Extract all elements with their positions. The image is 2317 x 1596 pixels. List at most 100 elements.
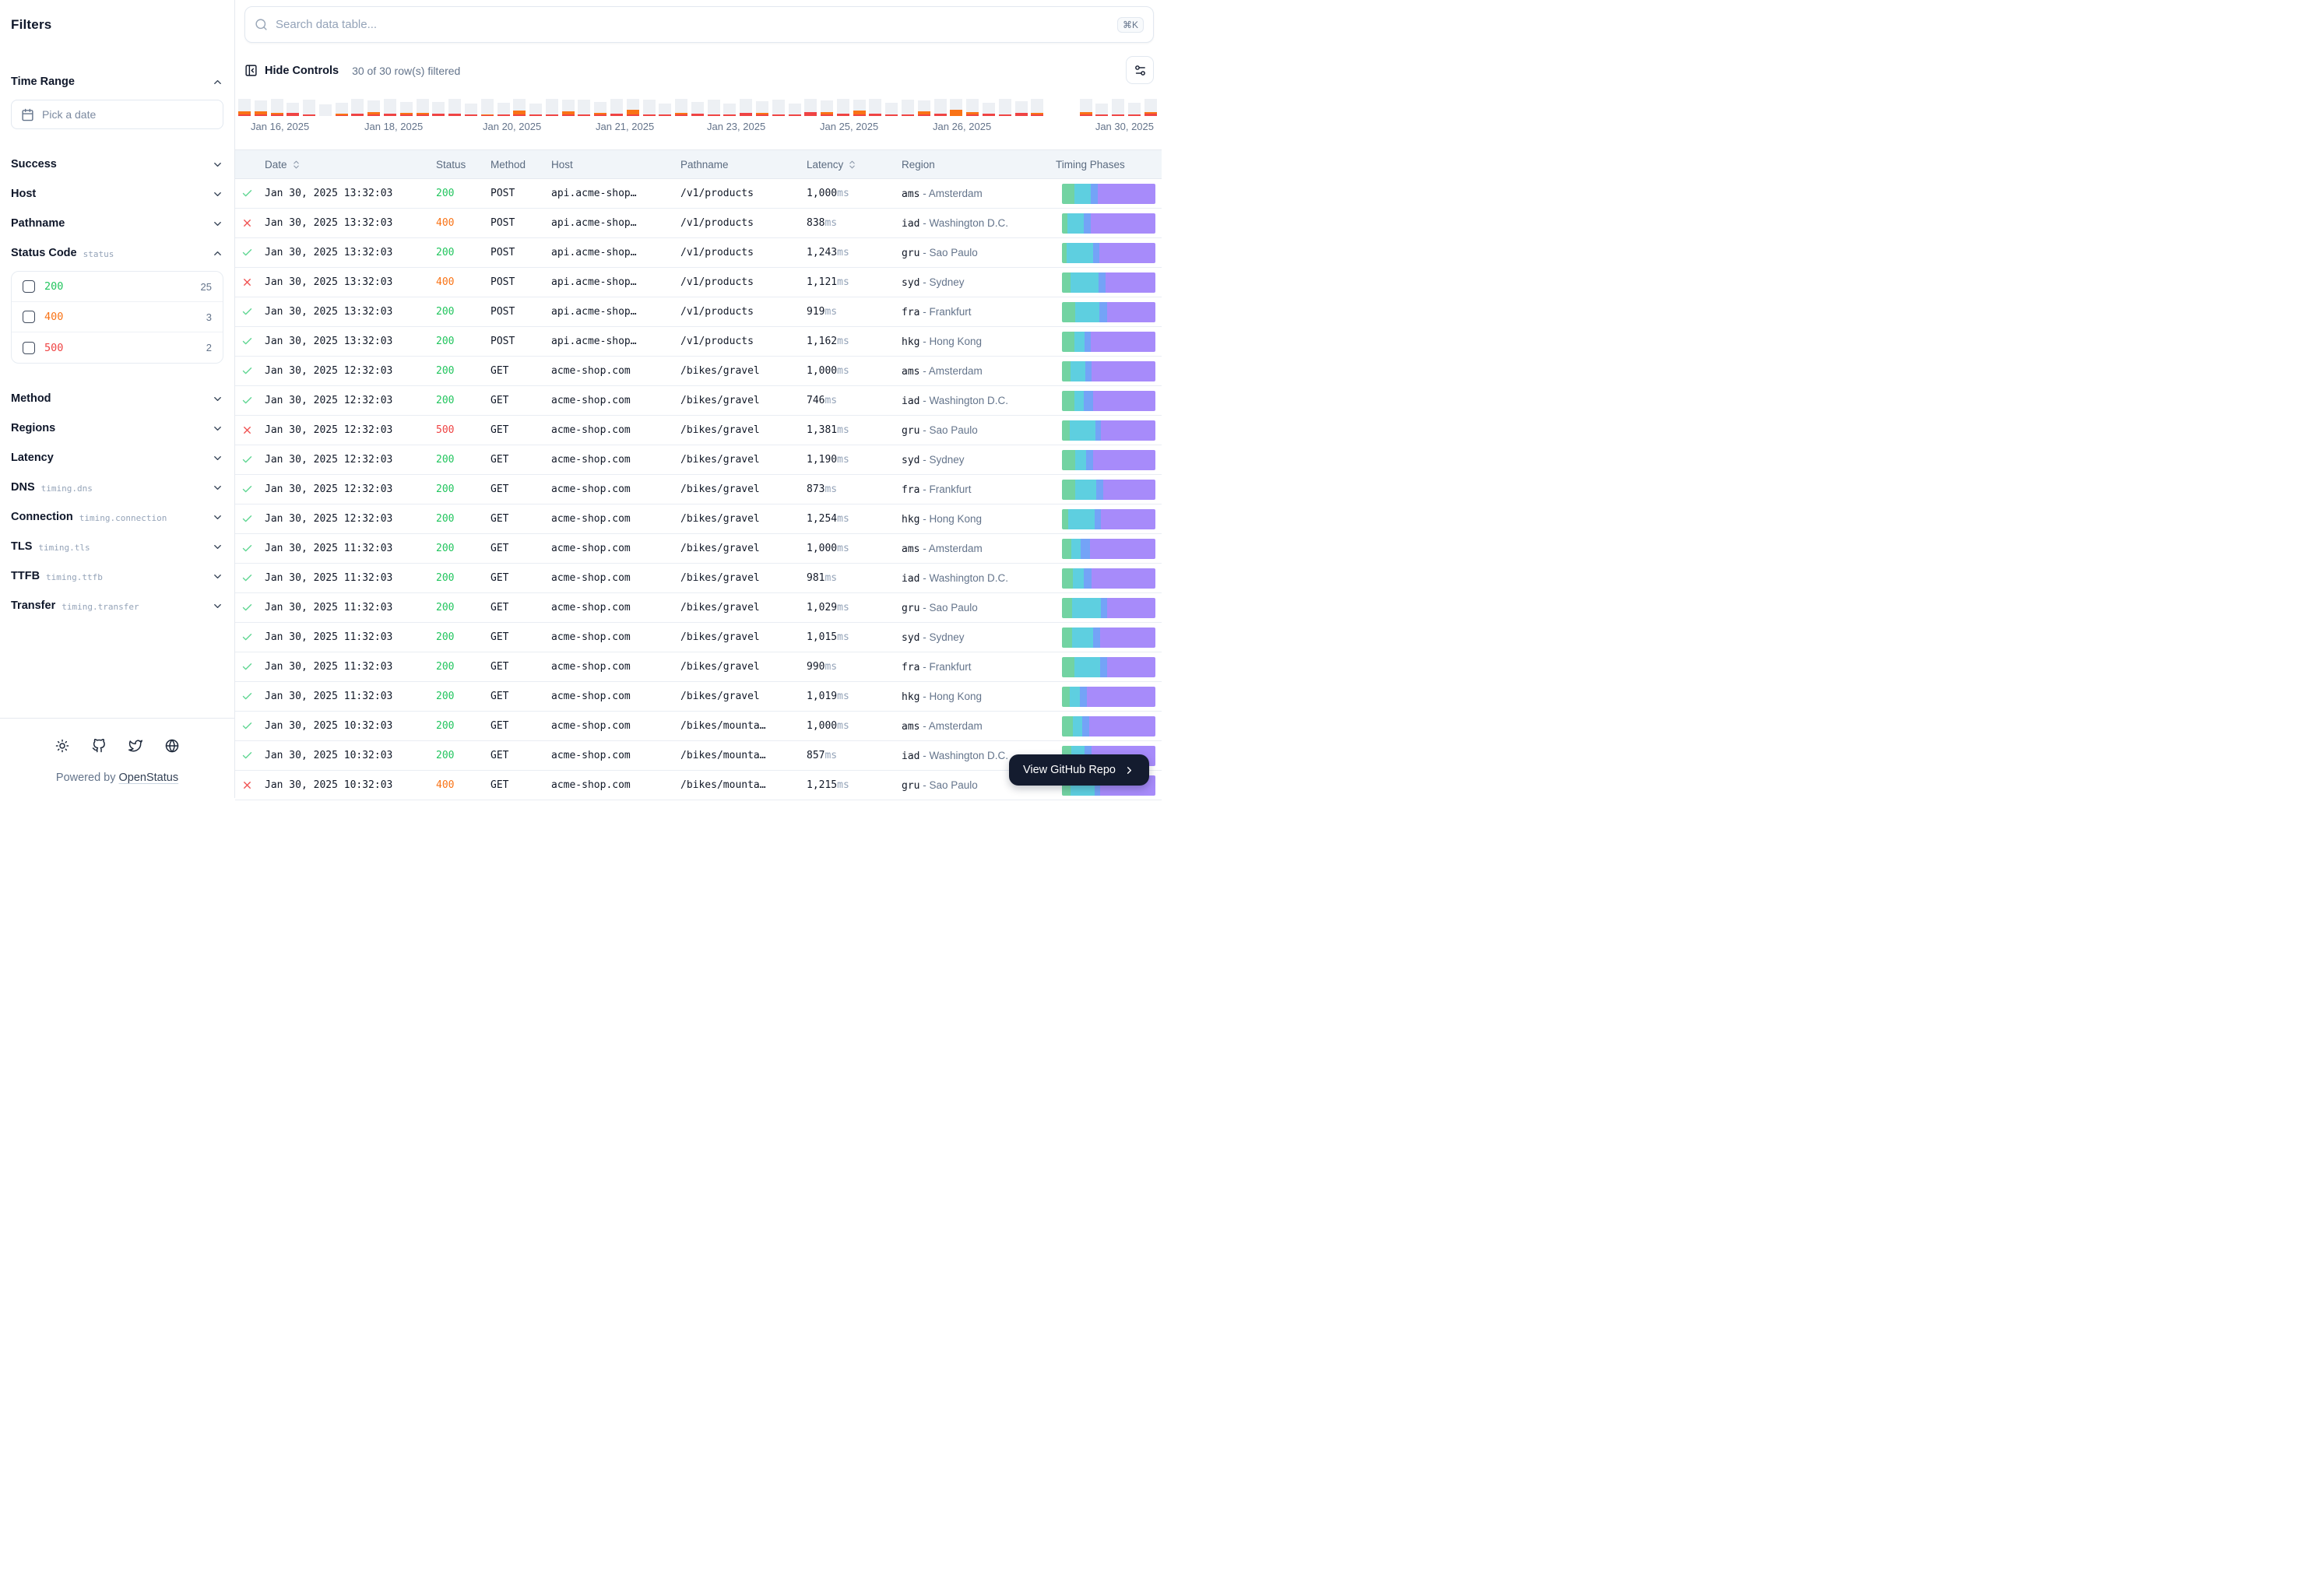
date-picker-input[interactable]: Pick a date [11,100,223,129]
globe-icon[interactable] [165,739,179,753]
histogram-bar[interactable] [918,99,930,116]
histogram-bar[interactable] [1095,99,1108,116]
sun-icon[interactable] [55,739,69,753]
histogram-bar[interactable] [902,99,914,116]
histogram-bar[interactable] [643,99,656,116]
table-row[interactable]: Jan 30, 2025 12:32:03 200 GET acme-shop.… [235,386,1162,416]
filter-section-header[interactable]: Connection timing.connection [11,502,223,532]
histogram-bar[interactable] [853,99,866,116]
histogram-bar[interactable] [367,99,380,116]
filter-section-header[interactable]: DNS timing.dns [11,473,223,502]
table-row[interactable]: Jan 30, 2025 12:32:03 200 GET acme-shop.… [235,357,1162,386]
table-row[interactable]: Jan 30, 2025 11:32:03 200 GET acme-shop.… [235,593,1162,623]
filter-section-header[interactable]: TLS timing.tls [11,532,223,561]
table-row[interactable]: Jan 30, 2025 11:32:03 200 GET acme-shop.… [235,652,1162,682]
table-row[interactable]: Jan 30, 2025 12:32:03 200 GET acme-shop.… [235,445,1162,475]
openstatus-link[interactable]: OpenStatus [119,772,179,784]
filter-section-header[interactable]: Method [11,384,223,413]
filter-section-header[interactable]: Transfer timing.transfer [11,591,223,620]
histogram-bar[interactable] [498,99,510,116]
histogram-bar[interactable] [417,99,429,116]
histogram-bar[interactable] [1080,99,1092,116]
table-row[interactable]: Jan 30, 2025 11:32:03 200 GET acme-shop.… [235,682,1162,712]
filter-section-header[interactable]: Latency [11,443,223,473]
histogram-bar[interactable] [675,99,687,116]
table-row[interactable]: Jan 30, 2025 11:32:03 200 GET acme-shop.… [235,564,1162,593]
histogram-bar[interactable] [594,99,606,116]
status-code-option[interactable]: 200 25 [12,272,223,302]
column-header[interactable]: Latency [807,159,902,170]
histogram-bar[interactable] [723,99,736,116]
histogram-bar[interactable] [789,99,801,116]
column-header[interactable]: Pathname [680,159,807,170]
table-row[interactable]: Jan 30, 2025 13:32:03 200 POST api.acme-… [235,327,1162,357]
histogram-bar[interactable] [384,99,396,116]
histogram-bar[interactable] [448,99,461,116]
view-options-button[interactable] [1126,56,1154,84]
histogram-bar[interactable] [1144,99,1157,116]
view-github-repo-button[interactable]: View GitHub Repo [1009,754,1149,786]
histogram-bar[interactable] [821,99,833,116]
sort-icon[interactable] [291,160,301,170]
column-header[interactable]: Region [902,159,1056,170]
histogram-bar[interactable] [529,99,542,116]
histogram-bar[interactable] [271,99,283,116]
histogram-bar[interactable] [319,99,332,116]
histogram-bar[interactable] [1064,99,1076,116]
table-row[interactable]: Jan 30, 2025 13:32:03 200 POST api.acme-… [235,238,1162,268]
status-code-option[interactable]: 500 2 [12,332,223,363]
filter-section-header[interactable]: TTFB timing.ttfb [11,561,223,591]
histogram-bar[interactable] [400,99,413,116]
hide-controls-button[interactable]: Hide Controls [244,64,339,77]
histogram-bar[interactable] [465,99,477,116]
histogram-bar[interactable] [513,99,526,116]
histogram-bar[interactable] [837,99,849,116]
histogram-bar[interactable] [432,99,445,116]
histogram-bar[interactable] [1031,99,1043,116]
histogram-bar[interactable] [869,99,881,116]
histogram-bar[interactable] [772,99,785,116]
histogram-bar[interactable] [351,99,364,116]
histogram-bar[interactable] [1015,99,1028,116]
column-header[interactable]: Timing Phases [1056,159,1162,170]
checkbox[interactable] [23,342,35,354]
table-row[interactable]: Jan 30, 2025 13:32:03 200 POST api.acme-… [235,297,1162,327]
column-header[interactable]: Method [490,159,551,170]
table-row[interactable]: Jan 30, 2025 12:32:03 200 GET acme-shop.… [235,475,1162,504]
filter-section-header[interactable]: Success [11,149,223,179]
filter-section-header[interactable]: Status Code status [11,238,223,268]
filter-section-header[interactable]: Host [11,179,223,209]
checkbox[interactable] [23,280,35,293]
histogram-bar[interactable] [1112,99,1124,116]
column-header[interactable]: Date [265,159,436,170]
histogram-bar[interactable] [546,99,558,116]
table-row[interactable]: Jan 30, 2025 11:32:03 200 GET acme-shop.… [235,623,1162,652]
histogram-bar[interactable] [999,99,1011,116]
histogram-bar[interactable] [610,99,623,116]
filter-section-header[interactable]: Regions [11,413,223,443]
histogram-bar[interactable] [255,99,267,116]
column-header[interactable]: Status [436,159,490,170]
histogram-bar[interactable] [336,99,348,116]
twitter-icon[interactable] [128,739,142,753]
filter-section-header[interactable]: Time Range [11,67,223,97]
table-row[interactable]: Jan 30, 2025 12:32:03 500 GET acme-shop.… [235,416,1162,445]
histogram-bar[interactable] [238,99,251,116]
filter-section-header[interactable]: Pathname [11,209,223,238]
table-row[interactable]: Jan 30, 2025 13:32:03 400 POST api.acme-… [235,209,1162,238]
histogram-bar[interactable] [885,99,898,116]
histogram-bar[interactable] [303,99,315,116]
histogram-bar[interactable] [481,99,494,116]
histogram-bar[interactable] [578,99,590,116]
github-icon[interactable] [92,739,106,753]
table-row[interactable]: Jan 30, 2025 11:32:03 200 GET acme-shop.… [235,534,1162,564]
histogram-bar[interactable] [983,99,995,116]
histogram-bar[interactable] [562,99,575,116]
table-row[interactable]: Jan 30, 2025 13:32:03 200 POST api.acme-… [235,179,1162,209]
checkbox[interactable] [23,311,35,323]
histogram-bar[interactable] [627,99,639,116]
table-row[interactable]: Jan 30, 2025 10:32:03 200 GET acme-shop.… [235,712,1162,741]
histogram-bar[interactable] [691,99,704,116]
histogram-bar[interactable] [934,99,947,116]
histogram-bar[interactable] [659,99,671,116]
